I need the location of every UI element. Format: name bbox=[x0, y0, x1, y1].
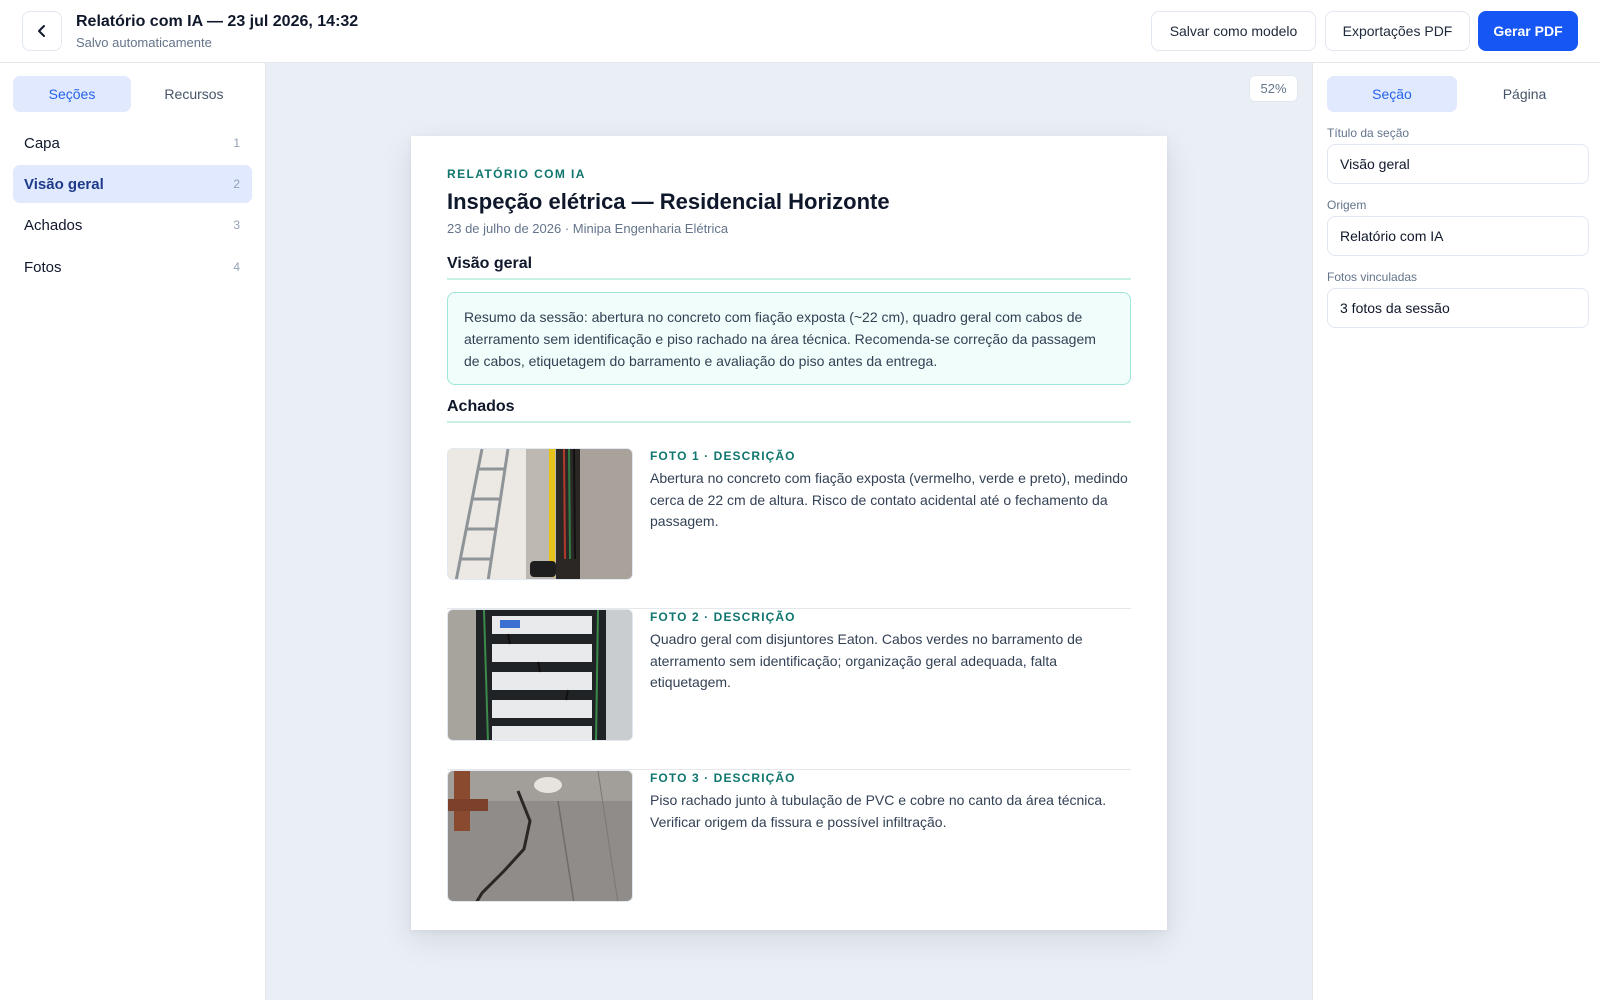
tab-sections[interactable]: Seções bbox=[13, 76, 131, 112]
finding-description: Piso rachado junto à tubulação de PVC e … bbox=[650, 792, 1107, 830]
section-item-photos[interactable]: Fotos 4 bbox=[13, 248, 252, 286]
photo-thumbnail-opening[interactable] bbox=[447, 448, 633, 580]
finding-description: Quadro geral com disjuntores Eaton. Cabo… bbox=[650, 631, 1083, 690]
zoom-level[interactable]: 52% bbox=[1249, 75, 1298, 102]
finding-item[interactable]: FOTO 1 · DESCRIÇÃO Abertura no concreto … bbox=[447, 448, 1131, 609]
section-item-label: Achados bbox=[24, 216, 83, 234]
linked-photos-field[interactable]: 3 fotos da sessão bbox=[1327, 288, 1589, 328]
findings-heading: Achados bbox=[447, 398, 1131, 423]
finding-description: Abertura no concreto com fiação exposta … bbox=[650, 470, 1128, 529]
section-item-number: 2 bbox=[233, 177, 240, 191]
overview-heading: Visão geral bbox=[447, 255, 1131, 280]
preview-canvas[interactable]: 52% RELATÓRIO COM IA Inspeção elétrica —… bbox=[266, 63, 1312, 1000]
tab-page[interactable]: Página bbox=[1461, 76, 1588, 112]
back-button[interactable] bbox=[22, 11, 62, 51]
origin-label: Origem bbox=[1327, 198, 1367, 212]
tab-section[interactable]: Seção bbox=[1327, 76, 1457, 112]
section-title-field[interactable]: Visão geral bbox=[1327, 144, 1589, 184]
linked-photos-label: Fotos vinculadas bbox=[1327, 270, 1418, 284]
finding-label: FOTO 2 · DESCRIÇÃO bbox=[650, 610, 796, 624]
section-title-label: Título da seção bbox=[1327, 126, 1410, 140]
photo-thumbnail-panel[interactable] bbox=[447, 609, 633, 741]
pdf-exports-button[interactable]: Exportações PDF bbox=[1325, 11, 1470, 51]
chevron-left-icon bbox=[38, 25, 45, 37]
session-summary: Resumo da sessão: abertura no concreto c… bbox=[447, 292, 1131, 385]
save-as-template-button[interactable]: Salvar como modelo bbox=[1151, 11, 1316, 51]
report-title: Inspeção elétrica — Residencial Horizont… bbox=[447, 189, 890, 214]
finding-label: FOTO 1 · DESCRIÇÃO bbox=[650, 449, 796, 463]
autosave-status: Salvo automaticamente bbox=[76, 35, 212, 50]
top-header: Relatório com IA — 23 jul 2026, 14:32 Sa… bbox=[0, 0, 1600, 63]
tab-resources[interactable]: Recursos bbox=[135, 76, 253, 112]
section-item-number: 3 bbox=[233, 218, 240, 232]
section-item-overview[interactable]: Visão geral 2 bbox=[13, 165, 252, 203]
right-properties-panel: Seção Página Título da seção Visão geral… bbox=[1312, 63, 1600, 1000]
left-sidebar: Seções Recursos Capa 1 Visão geral 2 Ach… bbox=[0, 63, 266, 1000]
report-meta: 23 de julho de 2026 · Minipa Engenharia … bbox=[447, 221, 729, 236]
section-item-number: 1 bbox=[233, 136, 240, 150]
finding-text: FOTO 1 · DESCRIÇÃO Abertura no concreto … bbox=[650, 448, 1130, 533]
section-item-findings[interactable]: Achados 3 bbox=[13, 206, 252, 244]
finding-text: FOTO 2 · DESCRIÇÃO Quadro geral com disj… bbox=[650, 609, 1130, 694]
photo-thumbnail-floor[interactable] bbox=[447, 770, 633, 902]
section-item-number: 4 bbox=[233, 260, 240, 274]
generate-pdf-button[interactable]: Gerar PDF bbox=[1478, 11, 1578, 51]
report-kicker: RELATÓRIO COM IA bbox=[447, 167, 586, 181]
finding-item[interactable]: FOTO 3 · DESCRIÇÃO Piso rachado junto à … bbox=[447, 770, 1131, 931]
finding-text: FOTO 3 · DESCRIÇÃO Piso rachado junto à … bbox=[650, 770, 1130, 833]
section-item-label: Visão geral bbox=[24, 175, 104, 193]
origin-field[interactable]: Relatório com IA bbox=[1327, 216, 1589, 256]
finding-item[interactable]: FOTO 2 · DESCRIÇÃO Quadro geral com disj… bbox=[447, 609, 1131, 770]
document-title: Relatório com IA — 23 jul 2026, 14:32 bbox=[76, 13, 359, 30]
section-item-cover[interactable]: Capa 1 bbox=[13, 124, 252, 162]
report-page[interactable]: RELATÓRIO COM IA Inspeção elétrica — Res… bbox=[411, 136, 1167, 930]
document-title-block: Relatório com IA — 23 jul 2026, 14:32 Sa… bbox=[76, 12, 358, 51]
finding-label: FOTO 3 · DESCRIÇÃO bbox=[650, 771, 796, 785]
section-item-label: Fotos bbox=[24, 258, 62, 276]
section-item-label: Capa bbox=[24, 134, 60, 152]
